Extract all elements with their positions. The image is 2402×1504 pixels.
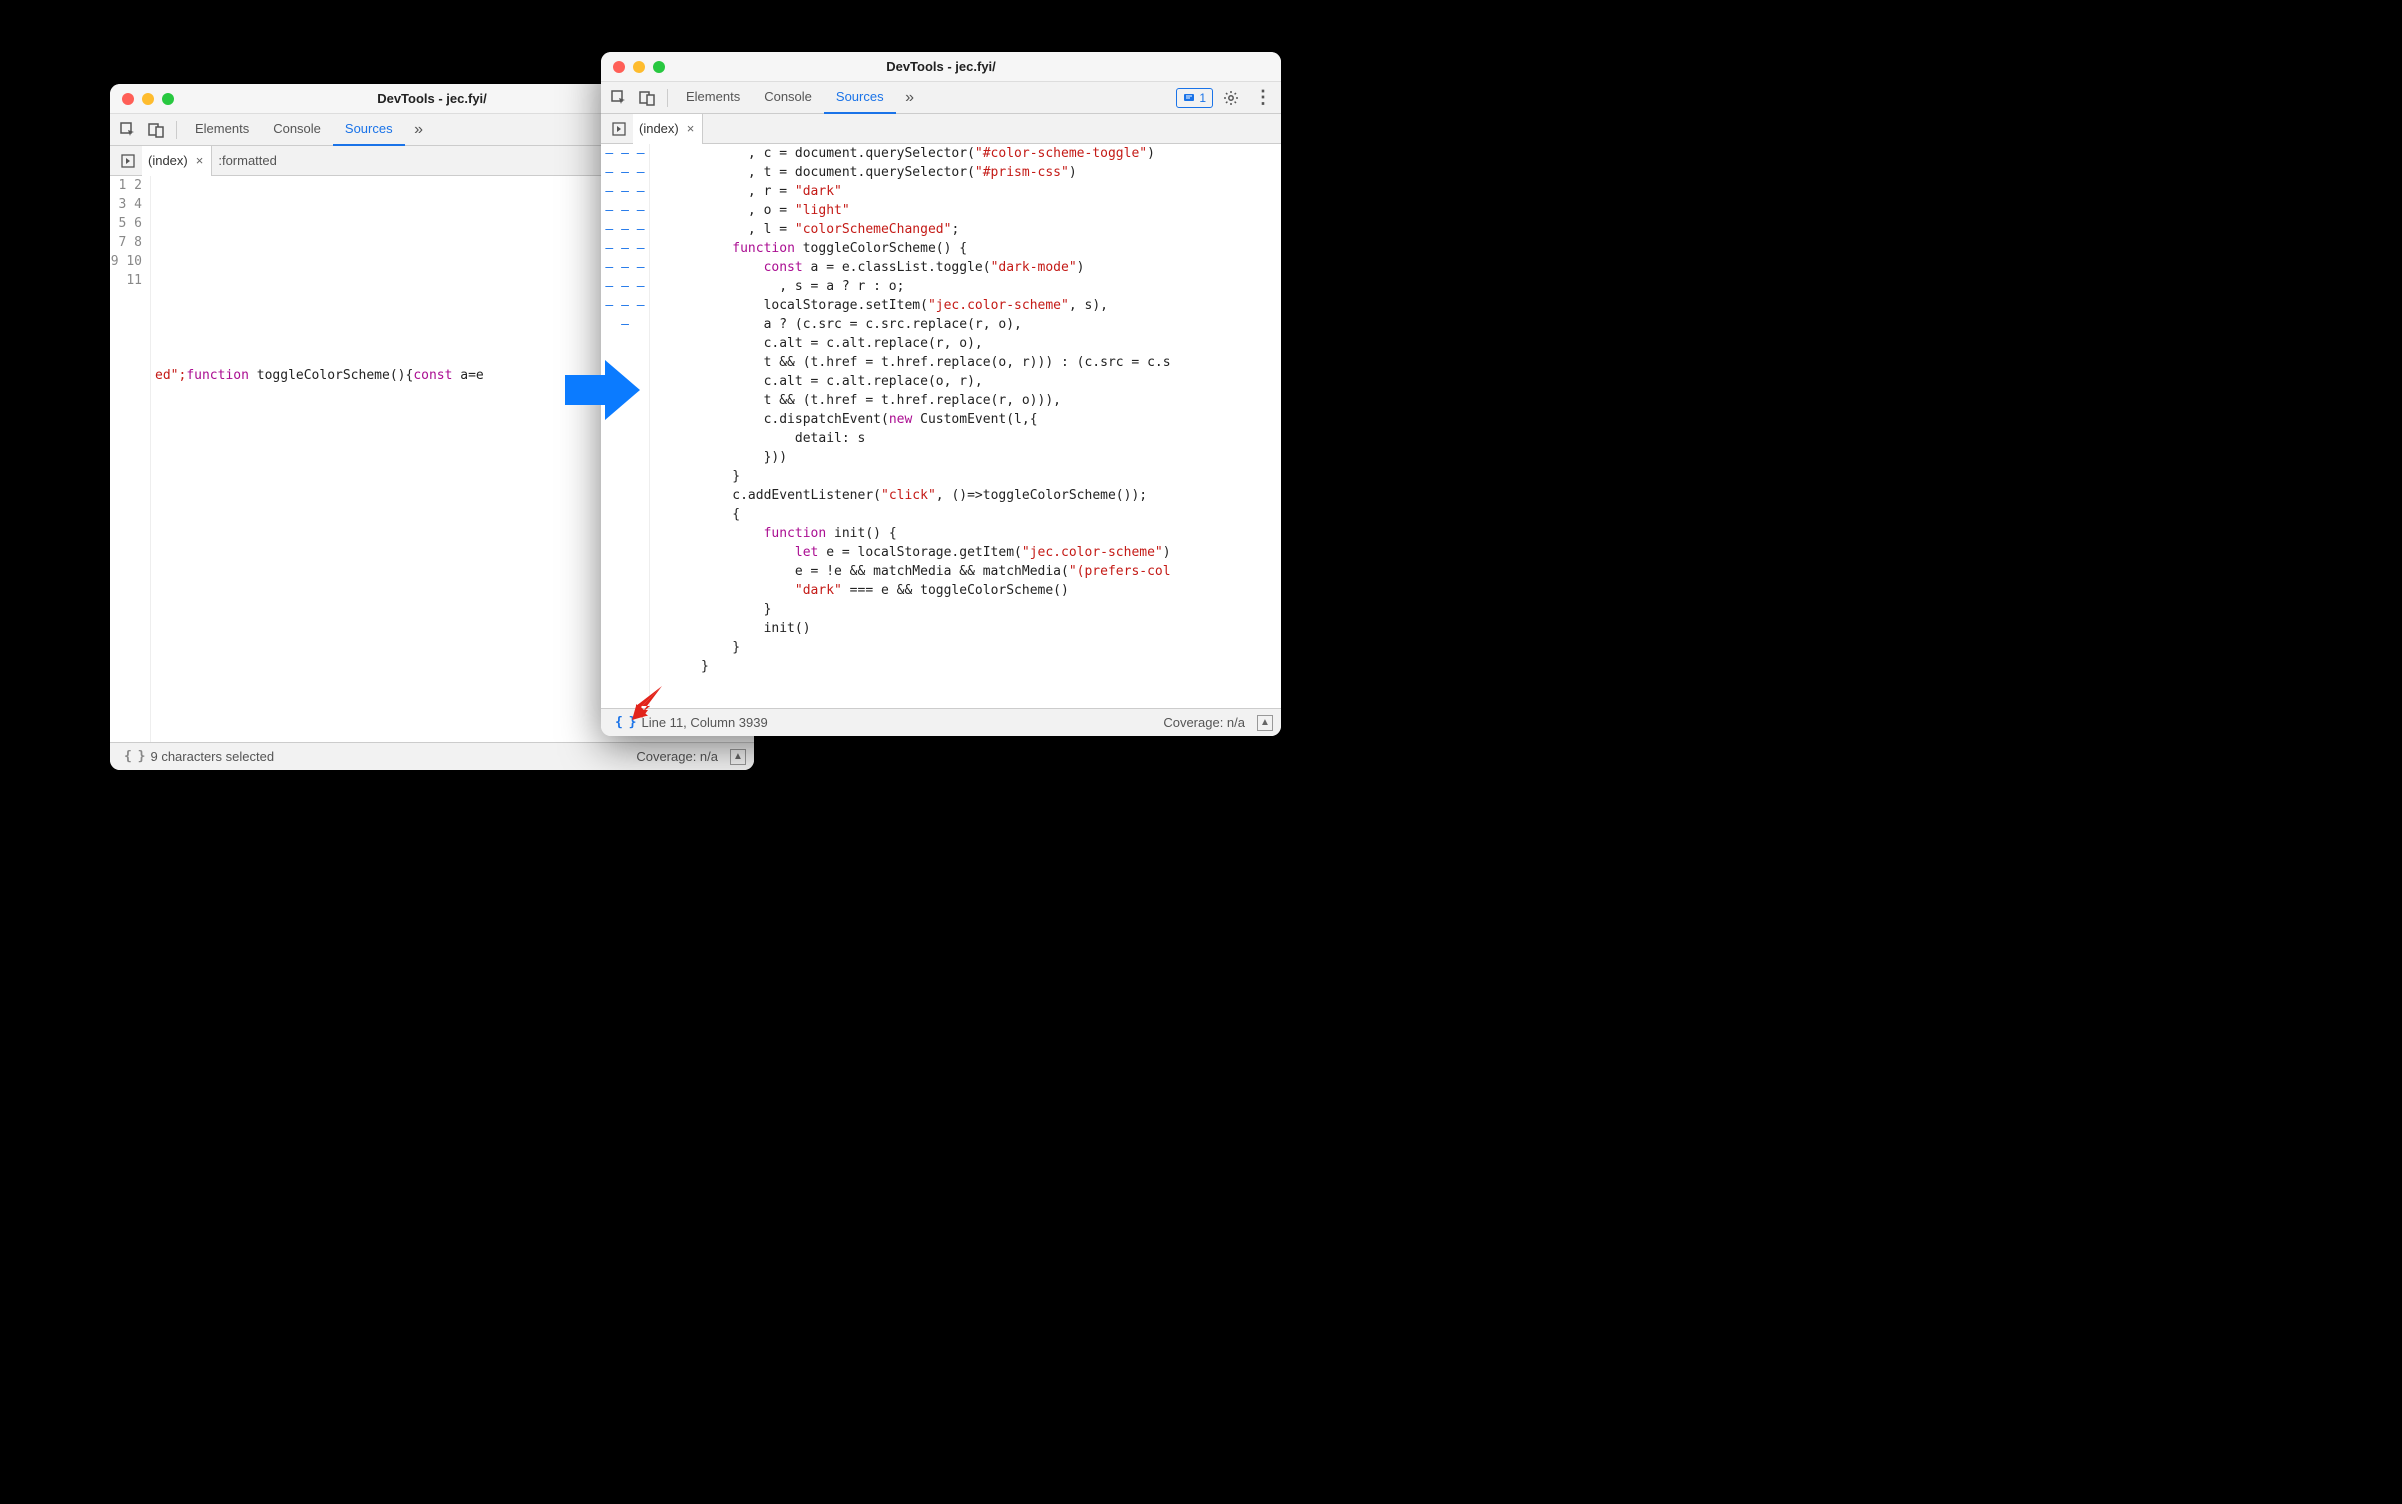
issues-badge[interactable]: 1 — [1176, 88, 1213, 108]
tab-console[interactable]: Console — [752, 82, 824, 114]
line-gutter: – – – – – – – – – – – – – – – – – – – – … — [601, 144, 649, 708]
code-content: , c = document.querySelector("#color-sch… — [649, 144, 1281, 708]
devtools-window-right: DevTools - jec.fyi/ Elements Console Sou… — [601, 52, 1281, 736]
more-tabs-icon[interactable]: » — [405, 116, 433, 144]
kebab-menu-icon[interactable]: ⋮ — [1249, 84, 1277, 112]
status-bar: { } 9 characters selected Coverage: n/a … — [110, 742, 754, 770]
file-tab-index[interactable]: (index) × — [142, 146, 212, 176]
scroll-top-icon[interactable]: ▲ — [730, 749, 746, 765]
inspect-icon[interactable] — [605, 84, 633, 112]
minimize-button[interactable] — [142, 93, 154, 105]
main-toolbar: Elements Console Sources » 1 ⋮ — [601, 82, 1281, 114]
file-tab-label: (index) — [639, 121, 679, 136]
issues-count: 1 — [1199, 91, 1206, 105]
titlebar: DevTools - jec.fyi/ — [601, 52, 1281, 82]
navigator-toggle-icon[interactable] — [114, 147, 142, 175]
device-toggle-icon[interactable] — [633, 84, 661, 112]
file-tab-label: :formatted — [218, 153, 277, 168]
tab-sources[interactable]: Sources — [824, 82, 896, 114]
window-title: DevTools - jec.fyi/ — [601, 59, 1281, 74]
pretty-print-icon[interactable]: { } — [118, 749, 150, 764]
issue-icon — [1183, 92, 1195, 104]
coverage-label: Coverage: n/a — [636, 749, 718, 764]
device-toggle-icon[interactable] — [142, 116, 170, 144]
blue-arrow-annotation — [565, 360, 640, 420]
line-gutter: 1 2 3 4 5 6 7 8 9 10 11 — [110, 176, 150, 742]
tab-sources[interactable]: Sources — [333, 114, 405, 146]
tab-elements[interactable]: Elements — [674, 82, 752, 114]
close-icon[interactable]: × — [685, 121, 697, 136]
zoom-button[interactable] — [653, 61, 665, 73]
close-icon[interactable]: × — [194, 153, 206, 168]
minimize-button[interactable] — [633, 61, 645, 73]
inspect-icon[interactable] — [114, 116, 142, 144]
file-tabs-bar: (index) × — [601, 114, 1281, 144]
file-tab-formatted[interactable]: :formatted — [212, 146, 283, 176]
tab-elements[interactable]: Elements — [183, 114, 261, 146]
status-bar: { } Line 11, Column 3939 Coverage: n/a ▲ — [601, 708, 1281, 736]
close-button[interactable] — [613, 61, 625, 73]
file-tab-label: (index) — [148, 153, 188, 168]
settings-icon[interactable] — [1217, 84, 1245, 112]
file-tab-index[interactable]: (index) × — [633, 114, 703, 144]
code-editor[interactable]: – – – – – – – – – – – – – – – – – – – – … — [601, 144, 1281, 708]
red-arrow-annotation — [632, 682, 670, 720]
more-tabs-icon[interactable]: » — [896, 84, 924, 112]
status-text: 9 characters selected — [150, 749, 274, 764]
close-button[interactable] — [122, 93, 134, 105]
coverage-label: Coverage: n/a — [1163, 715, 1245, 730]
navigator-toggle-icon[interactable] — [605, 115, 633, 143]
tab-console[interactable]: Console — [261, 114, 333, 146]
scroll-top-icon[interactable]: ▲ — [1257, 715, 1273, 731]
zoom-button[interactable] — [162, 93, 174, 105]
